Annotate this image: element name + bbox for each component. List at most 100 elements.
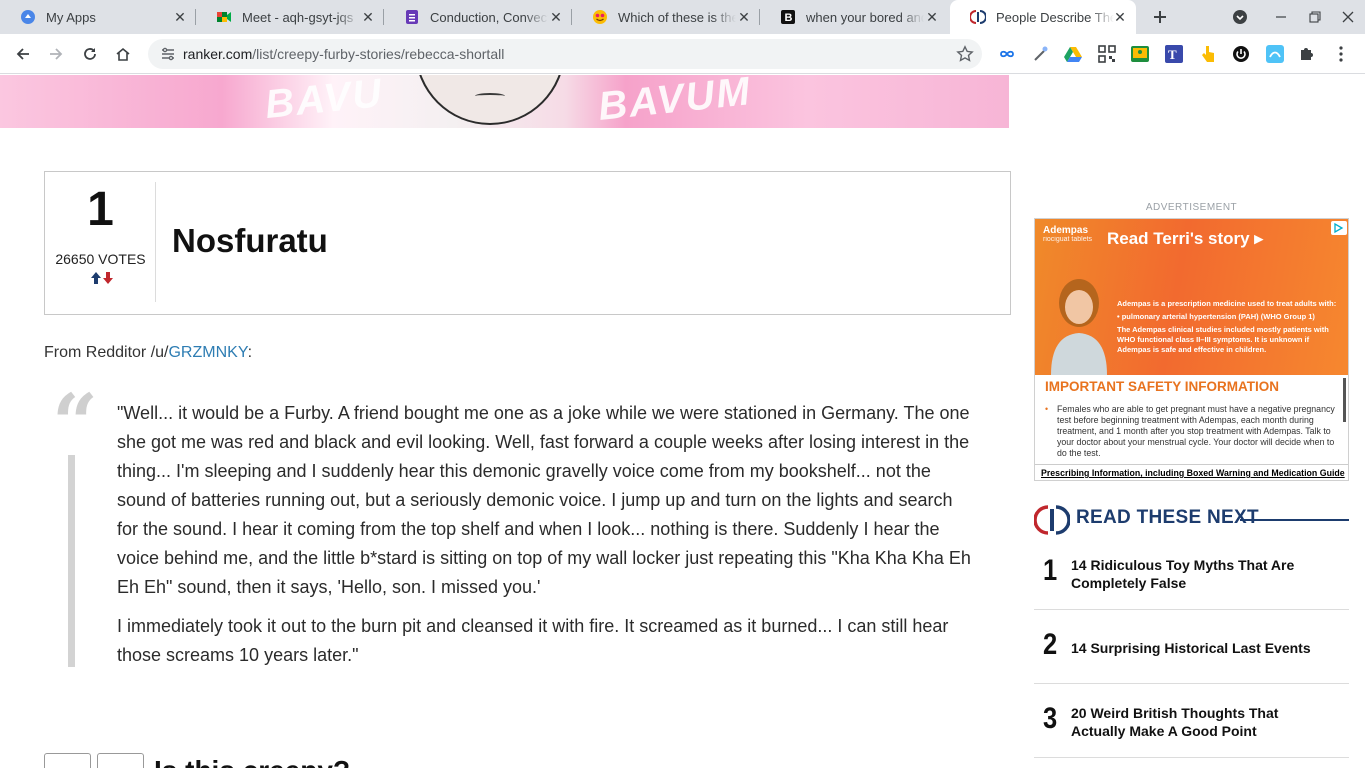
advertisement-label: ADVERTISEMENT: [1145, 202, 1238, 213]
browser-toolbar: ranker.com/list/creepy-furby-stories/reb…: [0, 34, 1365, 74]
bookmark-star-icon[interactable]: [956, 45, 974, 63]
text-reader-icon[interactable]: T: [1164, 44, 1184, 64]
list-item[interactable]: 1 14 Ridiculous Toy Myths That Are Compl…: [1034, 536, 1349, 610]
svg-text:T: T: [1168, 47, 1177, 62]
close-tab-icon[interactable]: ✕: [172, 9, 188, 25]
extension-infinity-icon[interactable]: [997, 44, 1017, 64]
tab-title: Which of these is the: [618, 9, 736, 25]
tab-search-button[interactable]: [1223, 0, 1257, 34]
item-number: 2: [1043, 628, 1058, 661]
read-next-list: 1 14 Ridiculous Toy Myths That Are Compl…: [1034, 536, 1349, 758]
home-button[interactable]: [109, 40, 137, 68]
browser-menu-icon[interactable]: [1331, 44, 1351, 64]
vote-down-button[interactable]: [97, 753, 144, 768]
banner-art-text: BAVU: [262, 75, 386, 128]
emoji-icon: [592, 9, 608, 25]
forward-button[interactable]: [42, 40, 70, 68]
tab-forms[interactable]: Conduction, Convection ✕: [384, 0, 572, 34]
url-path: /list/creepy-furby-stories/rebecca-short…: [252, 46, 505, 62]
close-tab-icon[interactable]: ✕: [736, 9, 752, 25]
ad-cta-link[interactable]: Read Terri's story ▸: [1107, 229, 1263, 249]
ad-hero[interactable]: Adempas riociguat tablets Read Terri's st…: [1035, 219, 1348, 375]
qr-code-icon[interactable]: [1097, 44, 1117, 64]
entry-title: Nosfuratu: [172, 222, 328, 259]
header-rule: [1240, 519, 1349, 521]
source-suffix: :: [247, 344, 253, 361]
read-next-title: READ THESE NEXT: [1076, 507, 1259, 528]
item-title[interactable]: 20 Weird British Thoughts That Actually …: [1071, 704, 1321, 740]
close-tab-icon[interactable]: ✕: [548, 9, 564, 25]
ad-copy-line: Adempas is a prescription medicine used …: [1117, 299, 1337, 308]
quote-paragraph: I immediately took it out to the burn pi…: [117, 616, 949, 665]
reload-button[interactable]: [76, 40, 104, 68]
ad-isi-text: Females who are able to get pregnant mus…: [1045, 404, 1337, 459]
cartoon-face: [415, 75, 565, 125]
ad-safety-info[interactable]: IMPORTANT SAFETY INFORMATION Females who…: [1035, 375, 1348, 464]
google-forms-icon: [404, 9, 420, 25]
entry-image: BAVU BAVUM: [0, 75, 1009, 128]
tab-title: My Apps: [46, 9, 96, 25]
power-icon[interactable]: [1231, 44, 1251, 64]
ad-copy-line: The Adempas clinical studies included mo…: [1117, 325, 1329, 354]
ranker-icon: [970, 9, 986, 25]
close-tab-icon[interactable]: ✕: [1112, 9, 1128, 25]
forward-arrow-icon: [50, 48, 63, 60]
tab-title: when your bored and: [806, 9, 924, 25]
new-tab-button[interactable]: [1148, 5, 1172, 29]
list-item[interactable]: 2 14 Surprising Historical Last Events: [1034, 610, 1349, 684]
reload-icon: [84, 48, 96, 60]
ad-cta-text: Read Terri's story: [1107, 229, 1250, 248]
extensions-puzzle-icon[interactable]: [1297, 44, 1317, 64]
upvote-arrow-icon[interactable]: [91, 272, 101, 284]
hand-pointer-icon[interactable]: [1198, 44, 1218, 64]
tab-my-apps[interactable]: My Apps ✕: [0, 0, 196, 34]
source-prefix: From Redditor /u/: [44, 344, 169, 361]
tab-title: Meet - aqh-gsyt-jqs: [242, 9, 354, 25]
rank-column: 1 26650 VOTES: [45, 182, 156, 302]
google-drive-icon[interactable]: [1063, 44, 1083, 64]
address-bar[interactable]: ranker.com/list/creepy-furby-stories/reb…: [148, 39, 982, 69]
page-content: BAVU BAVUM 1 26650 VOTES Nosfuratu From …: [0, 75, 1365, 768]
redditor-link[interactable]: GRZMNKY: [168, 344, 247, 361]
tab-which-of-these[interactable]: Which of these is the ✕: [572, 0, 760, 34]
tab-meet[interactable]: Meet - aqh-gsyt-jqs ✕: [196, 0, 384, 34]
tab-title: People Describe The: [996, 9, 1114, 25]
google-meet-icon: [216, 9, 232, 25]
minimize-window-button[interactable]: [1264, 0, 1298, 34]
item-title[interactable]: 14 Ridiculous Toy Myths That Are Complet…: [1071, 556, 1321, 592]
back-button[interactable]: [9, 40, 37, 68]
screencast-icon[interactable]: [1265, 44, 1285, 64]
downvote-arrow-icon[interactable]: [103, 272, 113, 284]
ad-copy: Adempas is a prescription medicine used …: [1117, 299, 1343, 358]
adchoices-icon[interactable]: [1331, 221, 1347, 235]
home-icon: [116, 47, 130, 61]
close-window-button[interactable]: [1331, 0, 1365, 34]
close-tab-icon[interactable]: ✕: [360, 9, 376, 25]
vote-number: 26650: [55, 251, 95, 267]
svg-text:B: B: [785, 12, 793, 24]
list-item[interactable]: 3 20 Weird British Thoughts That Actuall…: [1034, 684, 1349, 758]
b-logo-icon: B: [780, 9, 796, 25]
quote-paragraph: "Well... it would be a Furby. A friend b…: [117, 403, 971, 597]
ad-brand-sub: riociguat tablets: [1043, 236, 1093, 243]
google-classroom-icon[interactable]: [1130, 44, 1150, 64]
site-info-icon[interactable]: [160, 46, 176, 62]
advertisement[interactable]: Adempas riociguat tablets Read Terri's st…: [1034, 218, 1349, 481]
quote-bar: [68, 455, 75, 667]
vote-up-button[interactable]: [44, 753, 91, 768]
tab-people-describe[interactable]: People Describe The ✕: [950, 0, 1136, 34]
ad-scrollbar[interactable]: [1343, 378, 1346, 422]
tab-when-bored[interactable]: B when your bored and ✕: [760, 0, 948, 34]
ad-prescribing-info-link[interactable]: Prescribing Information, including Boxed…: [1035, 464, 1348, 480]
restore-window-button[interactable]: [1298, 0, 1332, 34]
tab-strip: My Apps ✕ Meet - aqh-gsyt-jqs ✕ Conducti…: [0, 0, 1365, 34]
item-title[interactable]: 14 Surprising Historical Last Events: [1071, 639, 1321, 657]
ranker-logo-icon: [1034, 505, 1070, 535]
extension-wand-icon[interactable]: [1030, 44, 1050, 64]
ad-brand: Adempas riociguat tablets: [1043, 225, 1092, 243]
item-number: 1: [1043, 554, 1058, 587]
close-tab-icon[interactable]: ✕: [924, 9, 940, 25]
story-quote: "Well... it would be a Furby. A friend b…: [117, 399, 972, 680]
vote-question: Is this creepy?: [154, 755, 350, 768]
ad-brand-name: Adempas: [1043, 225, 1089, 236]
